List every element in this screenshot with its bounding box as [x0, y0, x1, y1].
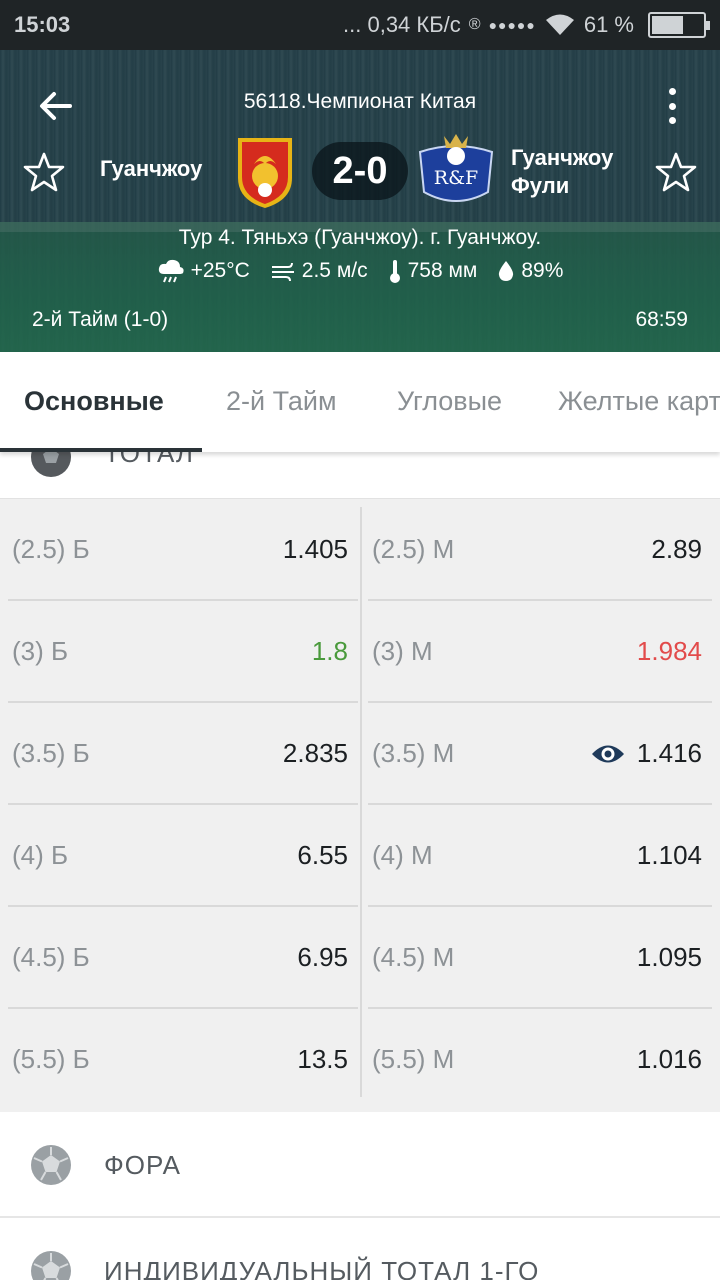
- odds-cell-under[interactable]: (4) М 1.104: [368, 813, 712, 907]
- odds-value: 1.016: [636, 1044, 702, 1074]
- odds-cell-under[interactable]: (3.5) М 1.416: [368, 711, 712, 805]
- registered-mark: ®: [468, 16, 481, 33]
- section-handicap[interactable]: ФОРА: [0, 1112, 720, 1218]
- tab-corners[interactable]: Угловые: [397, 386, 502, 417]
- section-label: ФОРА: [104, 1150, 181, 1180]
- odds-row: (5.5) Б 13.5 (5.5) М 1.016: [0, 1009, 720, 1111]
- home-team-name: Гуанчжоу: [100, 156, 203, 181]
- home-team-logo: [238, 138, 292, 208]
- away-team-name-line1: Гуанчжоу: [511, 145, 614, 170]
- section-label: ТОТАЛ: [104, 452, 194, 468]
- odds-value: 1.095: [636, 942, 702, 972]
- match-period: 2-й Тайм (1-0): [32, 308, 169, 331]
- more-menu-icon[interactable]: [660, 88, 684, 124]
- network-speed: ... 0,34 КБ/с: [343, 12, 461, 37]
- league-title: 56118.Чемпионат Китая: [243, 90, 477, 113]
- away-team-name-line2: Фули: [511, 173, 570, 198]
- status-indicators: ... 0,34 КБ/с ® ●●●●● 61 %: [343, 12, 710, 38]
- away-team-logo: R&F: [418, 134, 494, 202]
- match-score: 2-0: [312, 142, 408, 200]
- odds-label: (3.5) М: [372, 738, 455, 768]
- odds-label: (3.5) Б: [12, 738, 90, 768]
- odds-label: (4.5) Б: [12, 942, 90, 972]
- section-individual-total[interactable]: ИНДИВИДУАЛЬНЫЙ ТОТАЛ 1-ГО: [0, 1218, 720, 1280]
- odds-label: (3) Б: [12, 636, 69, 666]
- odds-value: 1.405: [282, 534, 348, 564]
- odds-cell-over[interactable]: (3) Б 1.8: [8, 609, 358, 703]
- total-odds-table: (2.5) Б 1.405 (2.5) М 2.89 (3) Б 1.8 (3)…: [0, 498, 720, 1112]
- signal-icon: ●●●●●: [488, 17, 536, 33]
- odds-cell-over[interactable]: (4) Б 6.55: [8, 813, 358, 907]
- soccer-ball-icon: [31, 1145, 71, 1185]
- odds-value: 2.835: [282, 738, 348, 768]
- odds-value: 13.5: [297, 1044, 348, 1074]
- odds-cell-under[interactable]: (2.5) М 2.89: [368, 507, 712, 601]
- odds-row: (4) Б 6.55 (4) М 1.104: [0, 805, 720, 907]
- odds-label: (3) М: [372, 636, 433, 666]
- odds-value-rising: 1.8: [311, 636, 348, 666]
- status-time: 15:03: [14, 12, 71, 37]
- odds-row: (4.5) Б 6.95 (4.5) М 1.095: [0, 907, 720, 1009]
- soccer-ball-icon: [31, 452, 71, 477]
- tab-second-half[interactable]: 2-й Тайм: [226, 386, 337, 417]
- thermometer-icon: [389, 260, 400, 283]
- humidity-drop-icon: [499, 261, 514, 281]
- active-tab-indicator: [0, 448, 202, 452]
- odds-label: (4.5) М: [372, 942, 455, 972]
- battery-icon: [648, 12, 710, 38]
- odds-value: 2.89: [651, 534, 702, 564]
- market-tabs: Основные 2-й Тайм Угловые Желтые карточк…: [0, 352, 720, 452]
- odds-row: (3) Б 1.8 (3) М 1.984: [0, 601, 720, 703]
- odds-value: 6.55: [297, 840, 348, 870]
- match-venue: Тур 4. Тяньхэ (Гуанчжоу). г. Гуанчжоу.: [178, 226, 542, 249]
- svg-text:R&F: R&F: [434, 167, 478, 189]
- odds-value-falling: 1.984: [636, 636, 702, 666]
- odds-row: (2.5) Б 1.405 (2.5) М 2.89: [0, 499, 720, 601]
- odds-cell-under[interactable]: (3) М 1.984: [368, 609, 712, 703]
- eye-icon: [592, 745, 624, 763]
- temperature: +25°C: [190, 259, 250, 282]
- odds-value: 1.416: [636, 738, 702, 768]
- favorite-away-star-icon[interactable]: [654, 150, 698, 194]
- odds-value: 1.104: [636, 840, 702, 870]
- soccer-ball-icon: [31, 1251, 71, 1280]
- wind-speed: 2.5 м/с: [301, 259, 368, 282]
- odds-cell-over[interactable]: (5.5) Б 13.5: [8, 1017, 358, 1111]
- odds-label: (4) Б: [12, 840, 69, 870]
- odds-label: (2.5) М: [372, 534, 455, 564]
- pressure: 758 мм: [407, 259, 478, 282]
- odds-cell-over[interactable]: (3.5) Б 2.835: [8, 711, 358, 805]
- odds-cell-over[interactable]: (4.5) Б 6.95: [8, 915, 358, 1009]
- match-clock: 68:59: [635, 308, 688, 331]
- odds-label: (5.5) М: [372, 1044, 455, 1074]
- weather-info: +25°C 2.5 м/с 758 мм 89%: [0, 258, 720, 284]
- away-team-name: Гуанчжоу Фули: [511, 144, 613, 200]
- wind-icon: [271, 262, 294, 282]
- favorite-home-star-icon[interactable]: [22, 150, 66, 194]
- status-bar: 15:03 ... 0,34 КБ/с ® ●●●●● 61 %: [0, 0, 720, 50]
- odds-label: (2.5) Б: [12, 534, 90, 564]
- section-header-total[interactable]: ТОТАЛ: [0, 452, 720, 498]
- odds-cell-over[interactable]: (2.5) Б 1.405: [8, 507, 358, 601]
- humidity: 89%: [521, 259, 564, 282]
- cloud-rain-icon: [158, 259, 184, 283]
- odds-label: (4) М: [372, 840, 433, 870]
- tab-main[interactable]: Основные: [24, 386, 164, 417]
- tab-yellow-cards[interactable]: Желтые карточки: [558, 386, 720, 417]
- battery-percent: 61 %: [583, 12, 634, 37]
- odds-cell-under[interactable]: (4.5) М 1.095: [368, 915, 712, 1009]
- odds-cell-under[interactable]: (5.5) М 1.016: [368, 1017, 712, 1111]
- section-label: ИНДИВИДУАЛЬНЫЙ ТОТАЛ 1-ГО: [104, 1256, 540, 1280]
- wifi-icon: [545, 14, 574, 35]
- match-header: 56118.Чемпионат Китая Гуанчжоу 2-0 R&F Г…: [0, 50, 720, 352]
- odds-label: (5.5) Б: [12, 1044, 90, 1074]
- odds-value: 6.95: [297, 942, 348, 972]
- odds-row: (3.5) Б 2.835 (3.5) М 1.416: [0, 703, 720, 805]
